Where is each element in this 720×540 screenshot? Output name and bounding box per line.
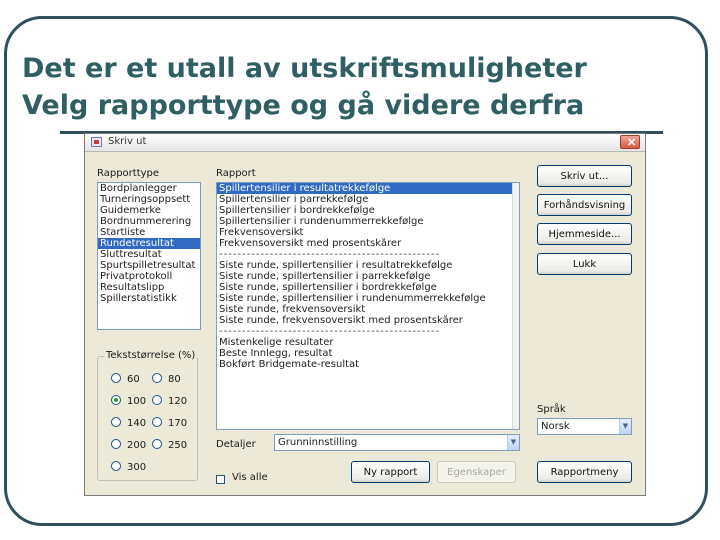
sprak-dropdown[interactable]: Norsk ▼ (537, 418, 632, 435)
radio-label: 120 (168, 396, 188, 407)
radio-label: 300 (127, 462, 147, 473)
rapport-item[interactable]: Siste runde, spillertensilier i bordrekk… (217, 282, 519, 293)
rapport-scrollbar[interactable] (512, 183, 519, 429)
hjemmeside-button[interactable]: Hjemmeside... (537, 223, 632, 245)
radio-button[interactable] (152, 439, 162, 449)
sprak-value: Norsk (541, 421, 570, 432)
radio-button[interactable] (111, 439, 121, 449)
rapport-item[interactable]: Siste runde, spillertensilier i rundenum… (217, 293, 519, 304)
rapport-separator: ----------------------------------------… (219, 249, 441, 260)
rapport-label: Rapport (216, 168, 256, 179)
tekststorrelse-option-200[interactable]: 200 (111, 439, 146, 451)
tekststorrelse-option-250[interactable]: 250 (152, 439, 187, 451)
sprak-label: Språk (537, 404, 566, 415)
slide-title: Det er et utall av utskriftsmuligheter V… (22, 50, 692, 124)
rapport-item[interactable]: Spillertensilier i resultatrekkefølge (217, 183, 519, 194)
tekststorrelse-option-170[interactable]: 170 (152, 417, 187, 429)
chevron-down-icon[interactable]: ▼ (507, 435, 519, 450)
rapport-item[interactable]: Frekvensoversikt (217, 227, 519, 238)
detaljer-dropdown[interactable]: Grunninnstilling ▼ (274, 434, 520, 451)
rapport-listbox[interactable]: Spillertensilier i resultatrekkefølge Spi… (216, 182, 520, 430)
tekststorrelse-option-80[interactable]: 80 (152, 373, 181, 385)
rapporttype-item[interactable]: Resultatslipp (98, 282, 200, 293)
tekststorrelse-option-140[interactable]: 140 (111, 417, 146, 429)
rapport-item[interactable]: Frekvensoversikt med prosentskårer (217, 238, 519, 249)
radio-label: 100 (127, 396, 147, 407)
radio-label: 60 (127, 374, 140, 385)
rapporttype-label: Rapporttype (97, 168, 160, 179)
rapport-item[interactable]: Bokført Bridgemate-resultat (217, 359, 519, 370)
radio-button[interactable] (111, 461, 121, 471)
rapporttype-item[interactable]: Rundetresultat (98, 238, 200, 249)
tekststorrelse-option-60[interactable]: 60 (111, 373, 140, 385)
rapport-item[interactable]: Spillertensilier i parrekkefølge (217, 194, 519, 205)
rapporttype-item[interactable]: Privatprotokoll (98, 271, 200, 282)
tekststorrelse-option-300[interactable]: 300 (111, 461, 146, 473)
print-dialog: Skriv ut ✕ Rapporttype Bordplanlegger Tur… (84, 133, 646, 496)
rapport-item[interactable]: Siste runde, frekvensoversikt med prosen… (217, 315, 519, 326)
printer-app-icon (91, 137, 102, 147)
rapport-item[interactable]: Spillertensilier i rundenummerrekkefølge (217, 216, 519, 227)
slide-title-line-2: Velg rapporttype og gå videre derfra (22, 90, 585, 121)
rapporttype-item[interactable]: Sluttresultat (98, 249, 200, 260)
detaljer-label: Detaljer (216, 439, 256, 450)
radio-label: 250 (168, 440, 188, 451)
egenskaper-button: Egenskaper (437, 461, 516, 483)
vis-alle-checkbox[interactable] (216, 475, 225, 484)
radio-button[interactable] (152, 373, 162, 383)
rapporttype-item[interactable]: Bordplanlegger (98, 183, 200, 194)
rapport-item[interactable]: Siste runde, frekvensoversikt (217, 304, 519, 315)
rapporttype-item[interactable]: Spillerstatistikk (98, 293, 200, 304)
rapport-item[interactable]: Siste runde, spillertensilier i parrekke… (217, 271, 519, 282)
detaljer-value: Grunninnstilling (278, 437, 358, 448)
slide-title-line-1: Det er et utall av utskriftsmuligheter (22, 53, 587, 84)
radio-label: 170 (168, 418, 188, 429)
radio-button[interactable] (152, 417, 162, 427)
radio-button[interactable] (111, 373, 121, 383)
skriv-ut-button[interactable]: Skriv ut... (537, 165, 632, 187)
rapport-separator: ----------------------------------------… (219, 326, 441, 337)
rapport-item[interactable]: Mistenkelige resultater (217, 337, 519, 348)
rapport-item[interactable]: Siste runde, spillertensilier i resultat… (217, 260, 519, 271)
radio-label: 80 (168, 374, 181, 385)
tekststorrelse-label: Tekststørrelse (%) (104, 350, 198, 361)
lukk-button[interactable]: Lukk (537, 253, 632, 275)
rapporttype-item[interactable]: Bordnummerering (98, 216, 200, 227)
rapporttype-item[interactable]: Guidemerke (98, 205, 200, 216)
rapport-item[interactable]: Beste Innlegg, resultat (217, 348, 519, 359)
dialog-title: Skriv ut (108, 136, 147, 147)
radio-button[interactable] (111, 417, 121, 427)
tekststorrelse-option-100[interactable]: 100 (111, 395, 146, 407)
radio-button[interactable] (111, 395, 121, 405)
rapport-item[interactable]: Spillertensilier i bordrekkefølge (217, 205, 519, 216)
dialog-titlebar[interactable]: Skriv ut ✕ (85, 134, 645, 152)
close-button[interactable]: ✕ (620, 135, 640, 149)
radio-label: 140 (127, 418, 147, 429)
forhandsvisning-button[interactable]: Forhåndsvisning (537, 194, 632, 216)
rapporttype-item[interactable]: Spurtspilletresultat (98, 260, 200, 271)
vis-alle-label: Vis alle (232, 472, 268, 483)
radio-button[interactable] (152, 395, 162, 405)
ny-rapport-button[interactable]: Ny rapport (351, 461, 430, 483)
chevron-down-icon[interactable]: ▼ (619, 419, 631, 434)
rapporttype-item[interactable]: Turneringsoppsett (98, 194, 200, 205)
rapportmeny-button[interactable]: Rapportmeny (537, 461, 632, 483)
tekststorrelse-option-120[interactable]: 120 (152, 395, 187, 407)
rapporttype-listbox[interactable]: Bordplanlegger Turneringsoppsett Guidemerk… (97, 182, 201, 330)
rapporttype-item[interactable]: Startliste (98, 227, 200, 238)
radio-label: 200 (127, 440, 147, 451)
